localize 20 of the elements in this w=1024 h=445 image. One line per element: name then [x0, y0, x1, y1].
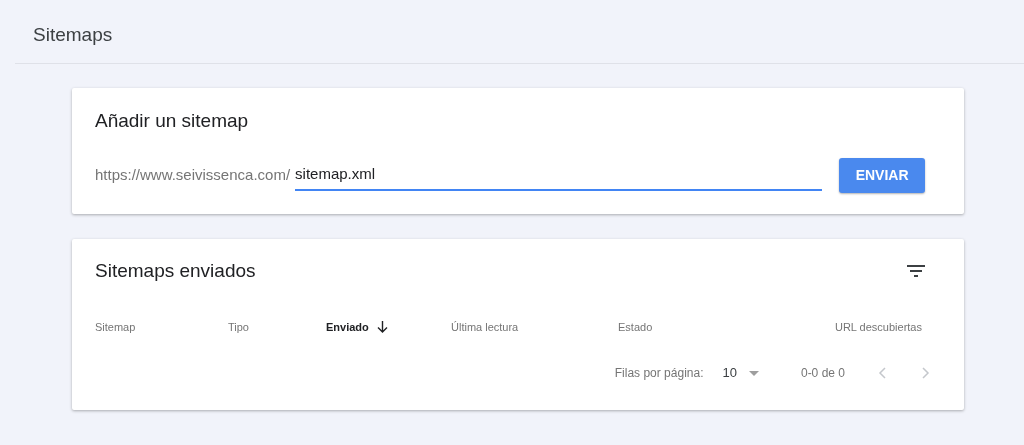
filter-icon [907, 265, 925, 277]
page-title: Sitemaps [33, 24, 113, 45]
sort-down-icon [376, 321, 388, 333]
sitemap-input-field[interactable]: sitemap.xml [295, 163, 823, 191]
column-header[interactable]: Enviado [326, 318, 369, 336]
column-header[interactable]: Tipo [228, 318, 249, 336]
card-title: Sitemaps enviados [95, 258, 256, 283]
dropdown-caret-icon [748, 370, 759, 376]
column-header[interactable]: Última lectura [451, 318, 519, 336]
page-range: 0-0 de 0 [800, 365, 845, 382]
card-title: Añadir un sitemap [95, 109, 250, 133]
chevron-right-icon [920, 366, 930, 380]
column-header[interactable]: URL descubiertas [834, 318, 922, 336]
rows-per-page-dropdown[interactable]: 10 [722, 363, 759, 383]
submit-button[interactable]: ENVIAR [839, 157, 926, 193]
chevron-left-icon [878, 366, 888, 380]
url-prefix: https://www.seivissenca.com/ [95, 165, 291, 185]
rows-per-page-label: Filas por página: [614, 365, 704, 382]
column-header[interactable]: Estado [618, 318, 653, 336]
column-header[interactable]: Sitemap [95, 318, 136, 336]
